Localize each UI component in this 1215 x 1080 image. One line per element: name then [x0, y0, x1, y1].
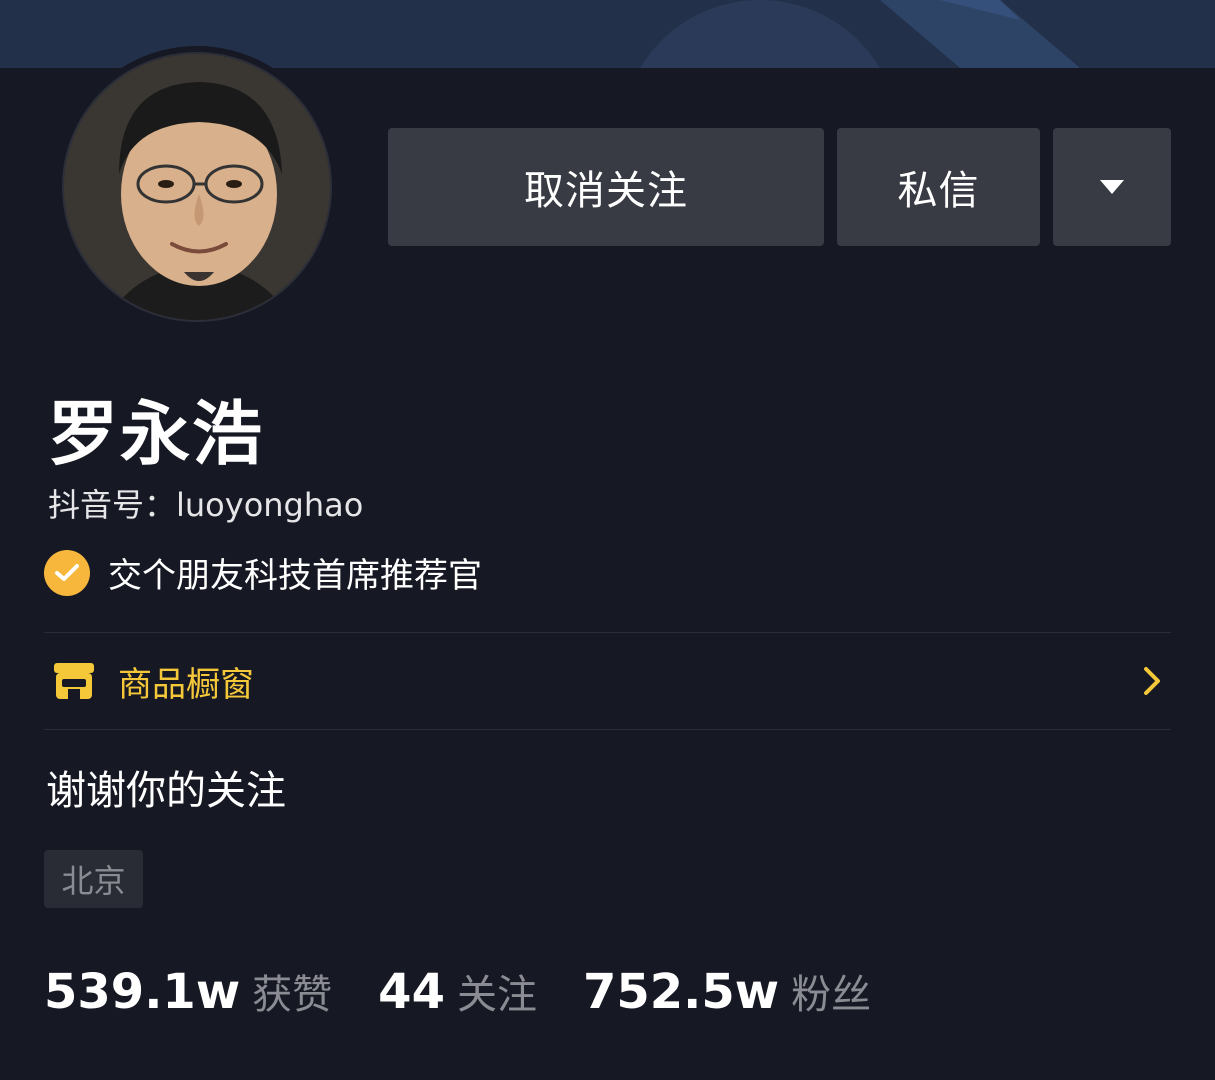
verification-row: 交个朋友科技首席推荐官 — [44, 548, 482, 597]
avatar[interactable] — [56, 46, 338, 328]
storefront-icon — [54, 663, 94, 699]
shop-window-row[interactable]: 商品橱窗 — [44, 634, 1171, 728]
location-tag: 北京 — [44, 850, 143, 908]
divider — [44, 729, 1171, 730]
stat-following[interactable]: 44 关注 — [378, 962, 537, 1020]
profile-name: 罗永浩 — [48, 393, 264, 475]
stat-label: 获赞 — [252, 972, 333, 1018]
message-label: 私信 — [897, 168, 980, 214]
bio-text: 谢谢你的关注 — [46, 768, 286, 814]
unfollow-button[interactable]: 取消关注 — [388, 128, 824, 246]
caret-down-icon — [1100, 180, 1124, 194]
stat-label: 粉丝 — [791, 972, 872, 1018]
stat-likes[interactable]: 539.1w 获赞 — [44, 962, 332, 1020]
stat-value: 44 — [378, 964, 445, 1020]
check-badge-icon — [44, 549, 90, 596]
chevron-right-icon — [1144, 667, 1160, 695]
message-button[interactable]: 私信 — [837, 128, 1040, 246]
shop-window-label: 商品橱窗 — [118, 664, 254, 705]
stat-value: 539.1w — [44, 964, 241, 1020]
unfollow-label: 取消关注 — [524, 168, 688, 214]
verification-text: 交个朋友科技首席推荐官 — [108, 556, 482, 596]
douyin-id: 抖音号：luoyonghao — [48, 486, 364, 524]
stat-label: 关注 — [456, 972, 537, 1018]
stats-row: 539.1w 获赞 44 关注 752.5w 粉丝 — [44, 962, 917, 1020]
divider — [44, 632, 1171, 633]
stat-value: 752.5w — [582, 964, 780, 1020]
stat-followers[interactable]: 752.5w 粉丝 — [583, 962, 871, 1020]
more-options-button[interactable] — [1053, 128, 1171, 246]
